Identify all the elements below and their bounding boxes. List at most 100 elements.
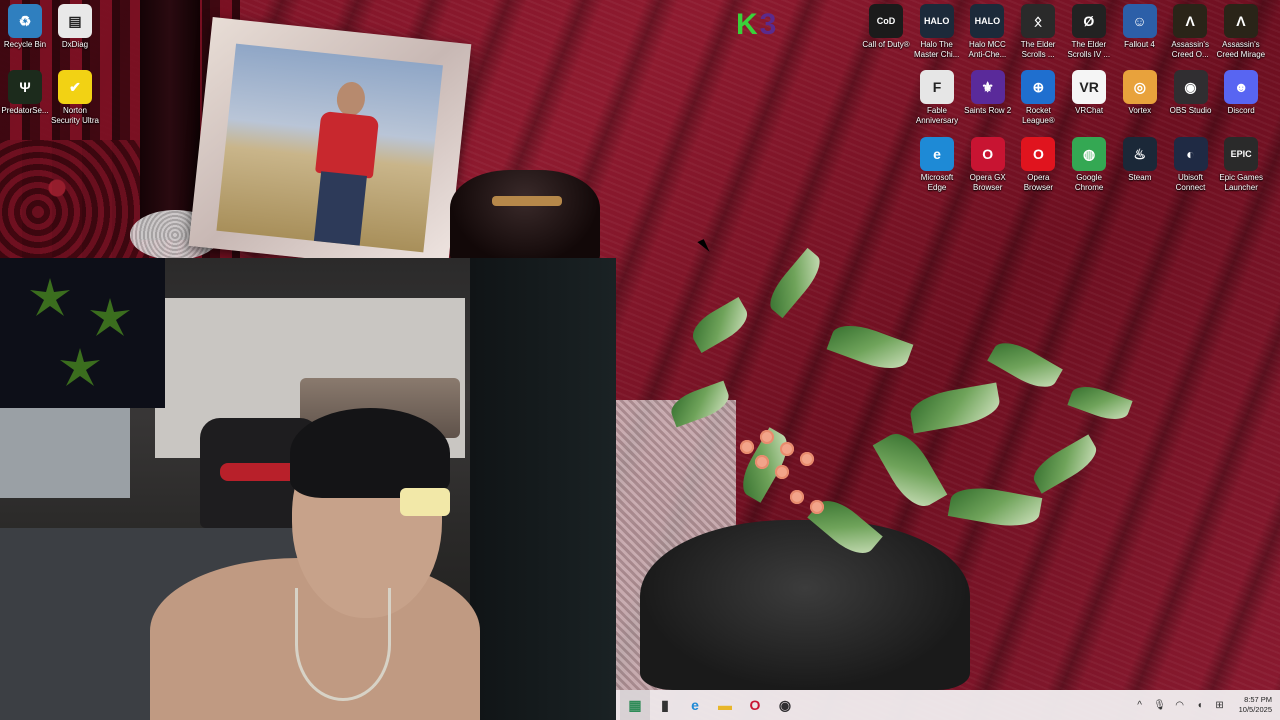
webcam-window — [0, 408, 130, 498]
clock-time: 8:57 PM — [1244, 695, 1272, 704]
desktop-shortcut-label: Fallout 4 — [1124, 40, 1155, 49]
photo-person-shirt — [315, 110, 380, 179]
desktop-shortcut-label: Steam — [1128, 173, 1152, 182]
fable-icon: F — [920, 70, 954, 104]
photo-person-head — [335, 80, 367, 118]
clock-date: 10/5/2025 — [1238, 705, 1272, 714]
plant-leaf — [686, 297, 754, 353]
call-of-duty-icon: CoD — [869, 4, 903, 38]
plant-flower — [800, 452, 814, 466]
obs-icon: ◉ — [1173, 70, 1208, 104]
desktop-shortcut-fallout[interactable]: ☺ Fallout 4 — [1115, 4, 1165, 50]
plant-leaf — [947, 482, 1043, 532]
plant-flower — [780, 442, 794, 456]
desktop-shortcut-fable[interactable]: F Fable Anniversary — [912, 70, 962, 126]
desktop-shortcut-vrchat[interactable]: VR VRChat — [1064, 70, 1114, 116]
desktop-shortcut-halo-mcc[interactable]: HALO Halo The Master Chi... — [912, 4, 962, 60]
desktop-shortcut-assassins-creed-origins[interactable]: Λ Assassin's Creed O... — [1165, 4, 1215, 60]
desktop-shortcut-label: Opera GX Browser — [969, 173, 1006, 192]
taskbar-obs[interactable]: ◉ — [770, 690, 800, 720]
webcam-necklace — [295, 588, 391, 701]
microphone-icon[interactable]: 🎙 — [1153, 700, 1167, 711]
webcam-pillow — [220, 463, 300, 481]
desktop-shortcut-label: Ubisoft Connect — [1175, 173, 1206, 192]
taskbar-clock[interactable]: 8:57 PM 10/5/2025 — [1239, 695, 1272, 715]
speaker-icon[interactable]: ◖ — [1193, 700, 1207, 711]
taskbar-edge[interactable]: e — [680, 690, 710, 720]
epic-games-icon: EPIC — [1224, 137, 1259, 171]
desktop-shortcut-label: DxDiag — [61, 40, 89, 49]
desktop-shortcut-opera-gx[interactable]: O Opera GX Browser — [963, 137, 1013, 193]
desktop-shortcut-predator[interactable]: Ψ PredatorSe... — [0, 70, 50, 116]
wifi-icon[interactable]: ◠ — [1173, 700, 1187, 711]
photo-person-legs — [313, 171, 367, 246]
vortex-icon: ◎ — [1122, 70, 1157, 104]
urn-band — [492, 196, 562, 206]
taskbar-terminal[interactable]: ▮ — [650, 690, 680, 720]
desktop-shortcut-label: Google Chrome — [1074, 173, 1104, 192]
desktop-shortcut-rocket-league[interactable]: ⊕ Rocket League® — [1013, 70, 1063, 126]
desktop-shortcut-discord[interactable]: ☻ Discord — [1216, 70, 1266, 116]
opera-gx-icon: O — [970, 137, 1005, 171]
assassins-creed-origins-icon: Λ — [1173, 4, 1208, 38]
desktop-shortcut-epic-games[interactable]: EPIC Epic Games Launcher — [1216, 137, 1266, 193]
desktop-shortcut-label: PredatorSe... — [1, 106, 49, 115]
desktop-shortcut-obs[interactable]: ◉ OBS Studio — [1166, 70, 1216, 116]
desktop-shortcut-ubisoft[interactable]: ◐ Ubisoft Connect — [1166, 137, 1216, 193]
tray-overflow-chevron-icon[interactable]: ^ — [1133, 700, 1147, 711]
vrchat-icon: VR — [1072, 70, 1107, 104]
desktop-shortcut-opera[interactable]: O Opera Browser — [1013, 137, 1063, 193]
wallpaper-urn — [450, 170, 600, 265]
desktop-shortcut-label: Assassin's Creed O... — [1171, 40, 1209, 59]
taskbar-file-explorer[interactable]: ▬ — [710, 690, 740, 720]
saints-row-icon: ⚜ — [970, 70, 1005, 104]
desktop-shortcut-document[interactable]: ▤ DxDiag — [50, 4, 100, 50]
plant-flower — [810, 500, 824, 514]
plant-flower — [760, 430, 774, 444]
network-icon[interactable]: ⊞ — [1213, 700, 1227, 711]
desktop-shortcut-vortex[interactable]: ◎ Vortex — [1115, 70, 1165, 116]
recycle-bin-icon: ♻ — [8, 4, 42, 38]
desktop-shortcut-call-of-duty[interactable]: CoD Call of Duty® — [861, 4, 911, 50]
plant-flower — [755, 455, 769, 469]
desktop-shortcut-label: Opera Browser — [1023, 173, 1054, 192]
ubisoft-icon: ◐ — [1173, 137, 1208, 171]
webcam-door — [470, 258, 616, 720]
chrome-icon: ◍ — [1072, 137, 1107, 171]
norton-icon: ✔ — [58, 70, 92, 104]
oblivion-icon: Ø — [1071, 4, 1106, 38]
desktop-shortcut-steam[interactable]: ♨ Steam — [1115, 137, 1165, 183]
desktop-shortcut-halo-anticheat[interactable]: HALO Halo MCC Anti-Che... — [962, 4, 1012, 60]
tapestry-leaf — [30, 278, 70, 316]
taskbar-opera-gx[interactable]: O — [740, 690, 770, 720]
fallout-icon: ☺ — [1122, 4, 1157, 38]
desktop-shortcut-label: The Elder Scrolls ... — [1020, 40, 1056, 59]
desktop-shortcut-oblivion[interactable]: Ø The Elder Scrolls IV ... — [1064, 4, 1114, 60]
halo-mcc-icon: HALO — [919, 4, 954, 38]
wallpaper-picture-frame — [188, 17, 472, 273]
desktop-shortcut-chrome[interactable]: ◍ Google Chrome — [1064, 137, 1114, 193]
desktop-shortcut-assassins-creed-mirage[interactable]: Λ Assassin's Creed Mirage — [1216, 4, 1266, 60]
plant-flower — [740, 440, 754, 454]
taskbar-app-green[interactable]: ▦ — [620, 690, 650, 720]
desktop-shortcut-label: Vortex — [1128, 106, 1152, 115]
rocket-league-icon: ⊕ — [1021, 70, 1056, 104]
plant-leaf — [872, 425, 948, 515]
desktop-shortcut-edge[interactable]: e Microsoft Edge — [912, 137, 962, 193]
terminal-icon: ▮ — [661, 696, 669, 713]
plant-flower — [775, 465, 789, 479]
plant-leaf — [826, 317, 914, 377]
plant-leaf — [907, 382, 1003, 434]
desktop-shortcut-saints-row[interactable]: ⚜ Saints Row 2 — [963, 70, 1013, 116]
desktop-shortcut-elder-scrolls[interactable]: ᛟ The Elder Scrolls ... — [1013, 4, 1063, 60]
desktop-shortcut-label: Fable Anniversary — [915, 106, 959, 125]
desktop-shortcut-norton[interactable]: ✔ Norton Security Ultra — [50, 70, 100, 126]
system-tray: ^ 🎙 ◠ ◖ ⊞ 8:57 PM 10/5/2025 — [1133, 690, 1272, 720]
wallpaper-plant — [610, 190, 1230, 690]
desktop-shortcut-label: Discord — [1227, 106, 1255, 115]
webcam-person-cap — [290, 408, 450, 498]
desktop-shortcut-recycle-bin[interactable]: ♻ Recycle Bin — [0, 4, 50, 50]
desktop-shortcut-label: Recycle Bin — [3, 40, 47, 49]
taskbar-pinned-apps: ▦ ▮ e ▬ O ◉ — [620, 690, 800, 720]
predator-icon: Ψ — [8, 70, 42, 104]
